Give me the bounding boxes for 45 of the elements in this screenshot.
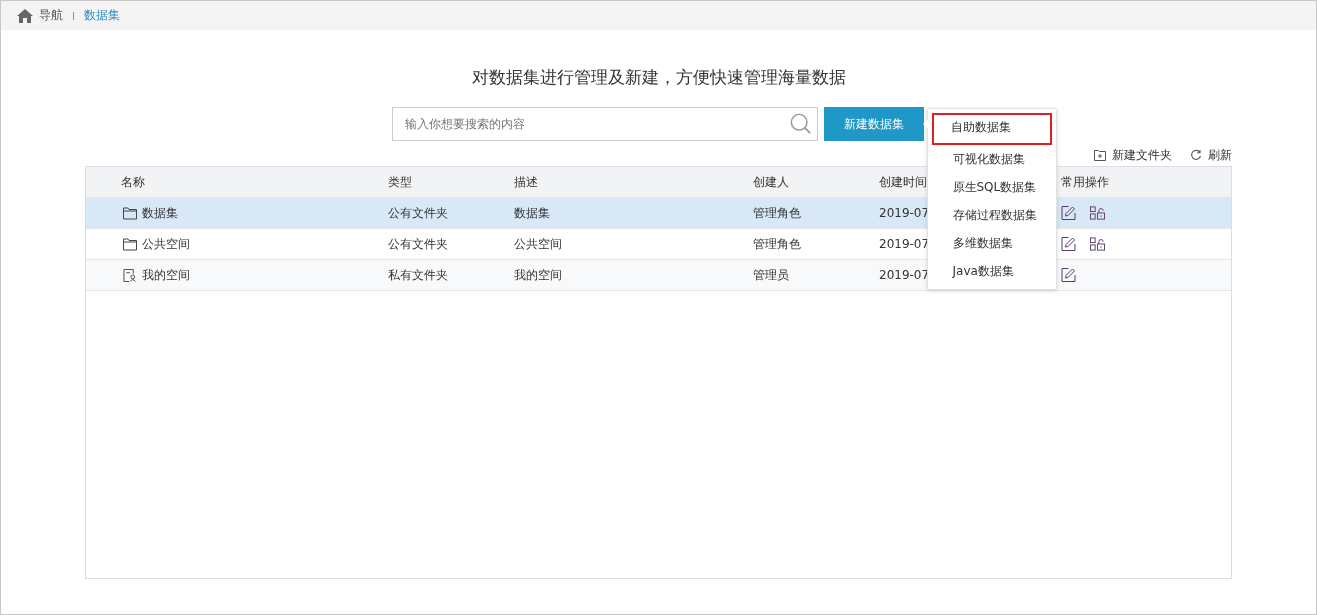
column-header: 名称 xyxy=(121,173,145,191)
table-cell-text: 管理角色 xyxy=(753,235,802,253)
table-cell-text: 公有文件夹 xyxy=(388,204,449,222)
table-cell: 2019-07 xyxy=(879,268,930,282)
breadcrumb-current: 数据集 xyxy=(84,7,120,24)
folder-icon xyxy=(123,206,137,220)
column-header: 创建时间 xyxy=(879,173,927,191)
table-cell: 2019-07 xyxy=(879,237,930,251)
menu-item[interactable]: 原生SQL数据集 xyxy=(931,173,1052,201)
table-cell-text: 我的空间 xyxy=(514,266,563,284)
table-cell-text: 管理员 xyxy=(753,266,790,284)
breadcrumb-link[interactable]: 导航 xyxy=(39,7,63,24)
table-cell: 公共空间 xyxy=(142,235,190,253)
edit-icon[interactable] xyxy=(1061,237,1076,251)
table-cell-text: 公有文件夹 xyxy=(388,235,449,253)
menu-item[interactable]: 多维数据集 xyxy=(931,229,1052,257)
column-header: 描述 xyxy=(514,173,538,191)
menu-item[interactable]: 可视化数据集 xyxy=(931,145,1052,173)
toolbar-link[interactable]: 新建文件夹 xyxy=(1112,146,1172,164)
user-folder-icon xyxy=(123,268,137,282)
search-icon[interactable] xyxy=(789,113,812,135)
add-folder-icon[interactable] xyxy=(1094,149,1106,161)
menu-item[interactable]: 自助数据集 xyxy=(931,113,1052,145)
column-header: 创建人 xyxy=(753,173,789,191)
refresh-icon[interactable] xyxy=(1190,149,1202,161)
menu-item[interactable]: 存储过程数据集 xyxy=(931,201,1052,229)
folder-icon xyxy=(123,237,137,251)
column-header: 常用操作 xyxy=(1061,173,1109,191)
toolbar-link[interactable]: 刷新 xyxy=(1208,146,1232,164)
permission-icon[interactable] xyxy=(1090,237,1105,251)
menu-item[interactable]: Java数据集 xyxy=(931,257,1052,285)
edit-icon[interactable] xyxy=(1061,268,1076,282)
home-icon[interactable] xyxy=(17,8,33,23)
table-cell-text: 私有文件夹 xyxy=(388,266,449,284)
table-cell: 2019-07 xyxy=(879,206,930,220)
table-cell-text: 公共空间 xyxy=(514,235,563,253)
edit-icon[interactable] xyxy=(1061,206,1076,220)
page-heading: 对数据集进行管理及新建，方便快速管理海量数据 xyxy=(470,66,847,89)
table-cell: 数据集 xyxy=(142,204,178,222)
table-cell-text: 管理角色 xyxy=(753,204,802,222)
search-field[interactable]: 输入你想要搜索的内容 xyxy=(391,107,818,141)
table-cell-text: 数据集 xyxy=(514,204,551,222)
column-header: 类型 xyxy=(388,173,412,191)
permission-icon[interactable] xyxy=(1090,206,1105,220)
table-cell: 我的空间 xyxy=(142,266,190,284)
